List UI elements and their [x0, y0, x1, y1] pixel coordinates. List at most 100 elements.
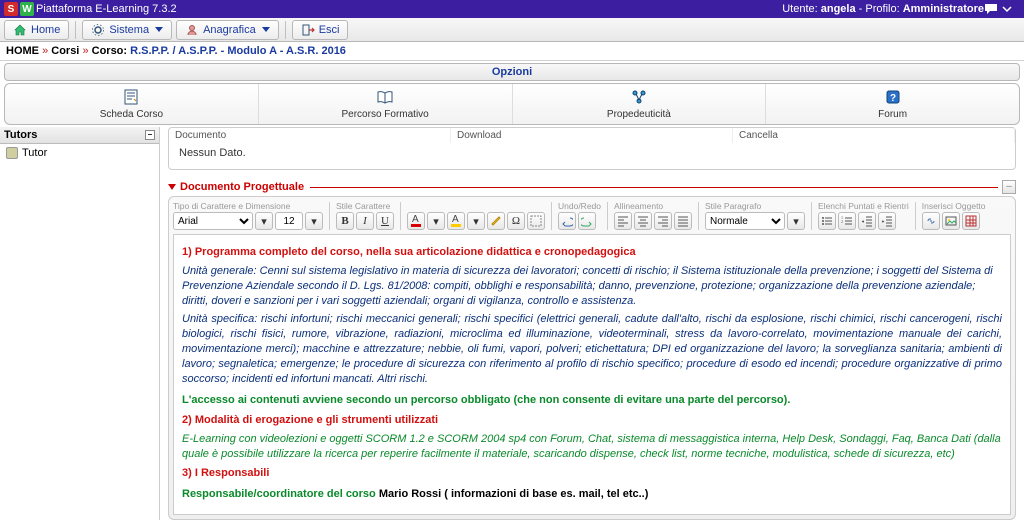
dropdown-icon[interactable]: [1002, 4, 1020, 14]
app-badge-s: S: [4, 2, 18, 16]
highlight-color-button[interactable]: [447, 212, 465, 230]
tab-prop-label: Propedeuticità: [607, 109, 671, 120]
align-justify-button[interactable]: [674, 212, 692, 230]
clear-format-button[interactable]: [487, 212, 505, 230]
symbol-button[interactable]: Ω: [507, 212, 525, 230]
home-button[interactable]: Home: [4, 20, 69, 40]
doc-paragraph-4: E-Learning con videolezioni e oggetti SC…: [182, 432, 1002, 462]
doc-heading-2: 2) Modalità di erogazione e gli strument…: [182, 413, 1002, 428]
align-left-button[interactable]: [614, 212, 632, 230]
size-caret-icon[interactable]: ▾: [305, 212, 323, 230]
esci-button[interactable]: Esci: [292, 20, 349, 40]
bc-path[interactable]: R.S.P.P. / A.S.P.P. - Modulo A - A.S.R. …: [130, 45, 346, 57]
book-icon: [376, 88, 394, 106]
bullet-list-button[interactable]: [818, 212, 836, 230]
doc-heading-3: 3) I Responsabili: [182, 466, 1002, 481]
tab-bar: Scheda Corso Percorso Formativo Propedeu…: [4, 83, 1020, 125]
bold-button[interactable]: B: [336, 212, 354, 230]
col-download: Download: [451, 128, 733, 143]
doc-paragraph-3: L'accesso ai contenuti avviene secondo u…: [182, 393, 1002, 408]
highlight-color-caret[interactable]: ▾: [467, 212, 485, 230]
exit-icon: [301, 23, 315, 37]
sidebar-header: Tutors –: [0, 127, 159, 144]
col-cancella: Cancella: [733, 128, 1015, 143]
insert-image-button[interactable]: [942, 212, 960, 230]
tab-scheda-corso[interactable]: Scheda Corso: [5, 84, 259, 124]
section-label-doc: Documento Progettuale: [180, 181, 304, 193]
breadcrumb: HOME » Corsi » Corso: R.S.P.P. / A.S.P.P…: [0, 42, 1024, 61]
tb-label-align: Allineamento: [614, 201, 692, 211]
bc-corso-label: Corso:: [92, 45, 127, 57]
editor-body[interactable]: 1) Programma completo del corso, nella s…: [173, 234, 1011, 515]
collapse-icon[interactable]: –: [1002, 180, 1016, 194]
app-title: Piattaforma E-Learning 7.3.2: [36, 3, 177, 15]
minimize-icon[interactable]: –: [145, 130, 155, 140]
tb-label-parastyle: Stile Paragrafo: [705, 201, 805, 211]
outdent-button[interactable]: [858, 212, 876, 230]
col-documento: Documento: [169, 128, 451, 143]
doc-resp-label: Responsabile/coordinatore del corso: [182, 488, 376, 500]
sistema-button[interactable]: Sistema: [82, 20, 172, 40]
tab-forum-label: Forum: [878, 109, 907, 120]
menu-bar: Home Sistema Anagrafica Esci: [0, 18, 1024, 42]
bc-home[interactable]: HOME: [6, 45, 39, 57]
underline-button[interactable]: U: [376, 212, 394, 230]
bc-sep: »: [82, 45, 88, 57]
insert-link-button[interactable]: [922, 212, 940, 230]
editor-documento: Tipo di Carattere e Dimensione Arial ▾ ▾…: [168, 196, 1016, 520]
tb-label-undo: Undo/Redo: [558, 201, 601, 211]
tb-label-insert: Inserisci Oggetto: [922, 201, 986, 211]
chat-icon[interactable]: [984, 3, 1002, 15]
title-bar: S W Piattaforma E-Learning 7.3.2 Utente:…: [0, 0, 1024, 18]
sidebar-title: Tutors: [4, 129, 37, 141]
documento-infobox: Documento Download Cancella Nessun Dato.: [168, 127, 1016, 170]
doc-paragraph-5: Responsabile/coordinatore del corso Mari…: [182, 487, 1002, 502]
bc-corsi[interactable]: Corsi: [51, 45, 79, 57]
doc-heading-1: 1) Programma completo del corso, nella s…: [182, 245, 1002, 260]
opzioni-label: Opzioni: [492, 66, 532, 78]
tb-label-style: Stile Carattere: [336, 201, 394, 211]
triangle-down-icon[interactable]: [168, 184, 176, 190]
tb-label-font: Tipo di Carattere e Dimensione: [173, 201, 323, 211]
text-color-button[interactable]: [407, 212, 425, 230]
para-caret-icon[interactable]: ▾: [787, 212, 805, 230]
svg-text:?: ?: [890, 93, 896, 104]
number-list-button[interactable]: 12: [838, 212, 856, 230]
font-family-select[interactable]: Arial: [173, 212, 253, 230]
home-label: Home: [31, 24, 60, 36]
align-right-button[interactable]: [654, 212, 672, 230]
user-name: angela: [821, 3, 856, 15]
paragraph-style-select[interactable]: Normale: [705, 212, 785, 230]
content-area: Documento Download Cancella Nessun Dato.…: [160, 127, 1024, 520]
font-caret-icon[interactable]: ▾: [255, 212, 273, 230]
infobox-value: Nessun Dato.: [169, 143, 1015, 169]
select-all-button[interactable]: [527, 212, 545, 230]
italic-button[interactable]: I: [356, 212, 374, 230]
doc-paragraph-1: Unità generale: Cenni sul sistema legisl…: [182, 264, 1002, 309]
opzioni-bar[interactable]: Opzioni: [4, 63, 1020, 81]
anagrafica-button[interactable]: Anagrafica: [176, 20, 279, 40]
font-size-input[interactable]: [275, 212, 303, 230]
caret-down-icon: [262, 27, 270, 32]
doc-paragraph-2: Unità specifica: rischi infortuni; risch…: [182, 312, 1002, 386]
redo-button[interactable]: [578, 212, 596, 230]
sidebar-item-tutor[interactable]: Tutor: [0, 144, 159, 162]
align-center-button[interactable]: [634, 212, 652, 230]
tab-propedeuticita[interactable]: Propedeuticità: [513, 84, 767, 124]
graph-icon: [630, 88, 648, 106]
menu-separator: [285, 21, 286, 39]
tab-percorso-label: Percorso Formativo: [342, 109, 429, 120]
text-color-caret[interactable]: ▾: [427, 212, 445, 230]
tab-percorso-formativo[interactable]: Percorso Formativo: [259, 84, 513, 124]
tab-scheda-label: Scheda Corso: [100, 109, 163, 120]
app-badge-w: W: [20, 2, 34, 16]
gear-icon: [91, 23, 105, 37]
indent-button[interactable]: [878, 212, 896, 230]
anagrafica-label: Anagrafica: [203, 24, 256, 36]
profile-prefix: - Profilo:: [859, 3, 900, 15]
undo-button[interactable]: [558, 212, 576, 230]
caret-down-icon: [155, 27, 163, 32]
insert-table-button[interactable]: [962, 212, 980, 230]
tab-forum[interactable]: ? Forum: [766, 84, 1019, 124]
question-icon: ?: [884, 88, 902, 106]
